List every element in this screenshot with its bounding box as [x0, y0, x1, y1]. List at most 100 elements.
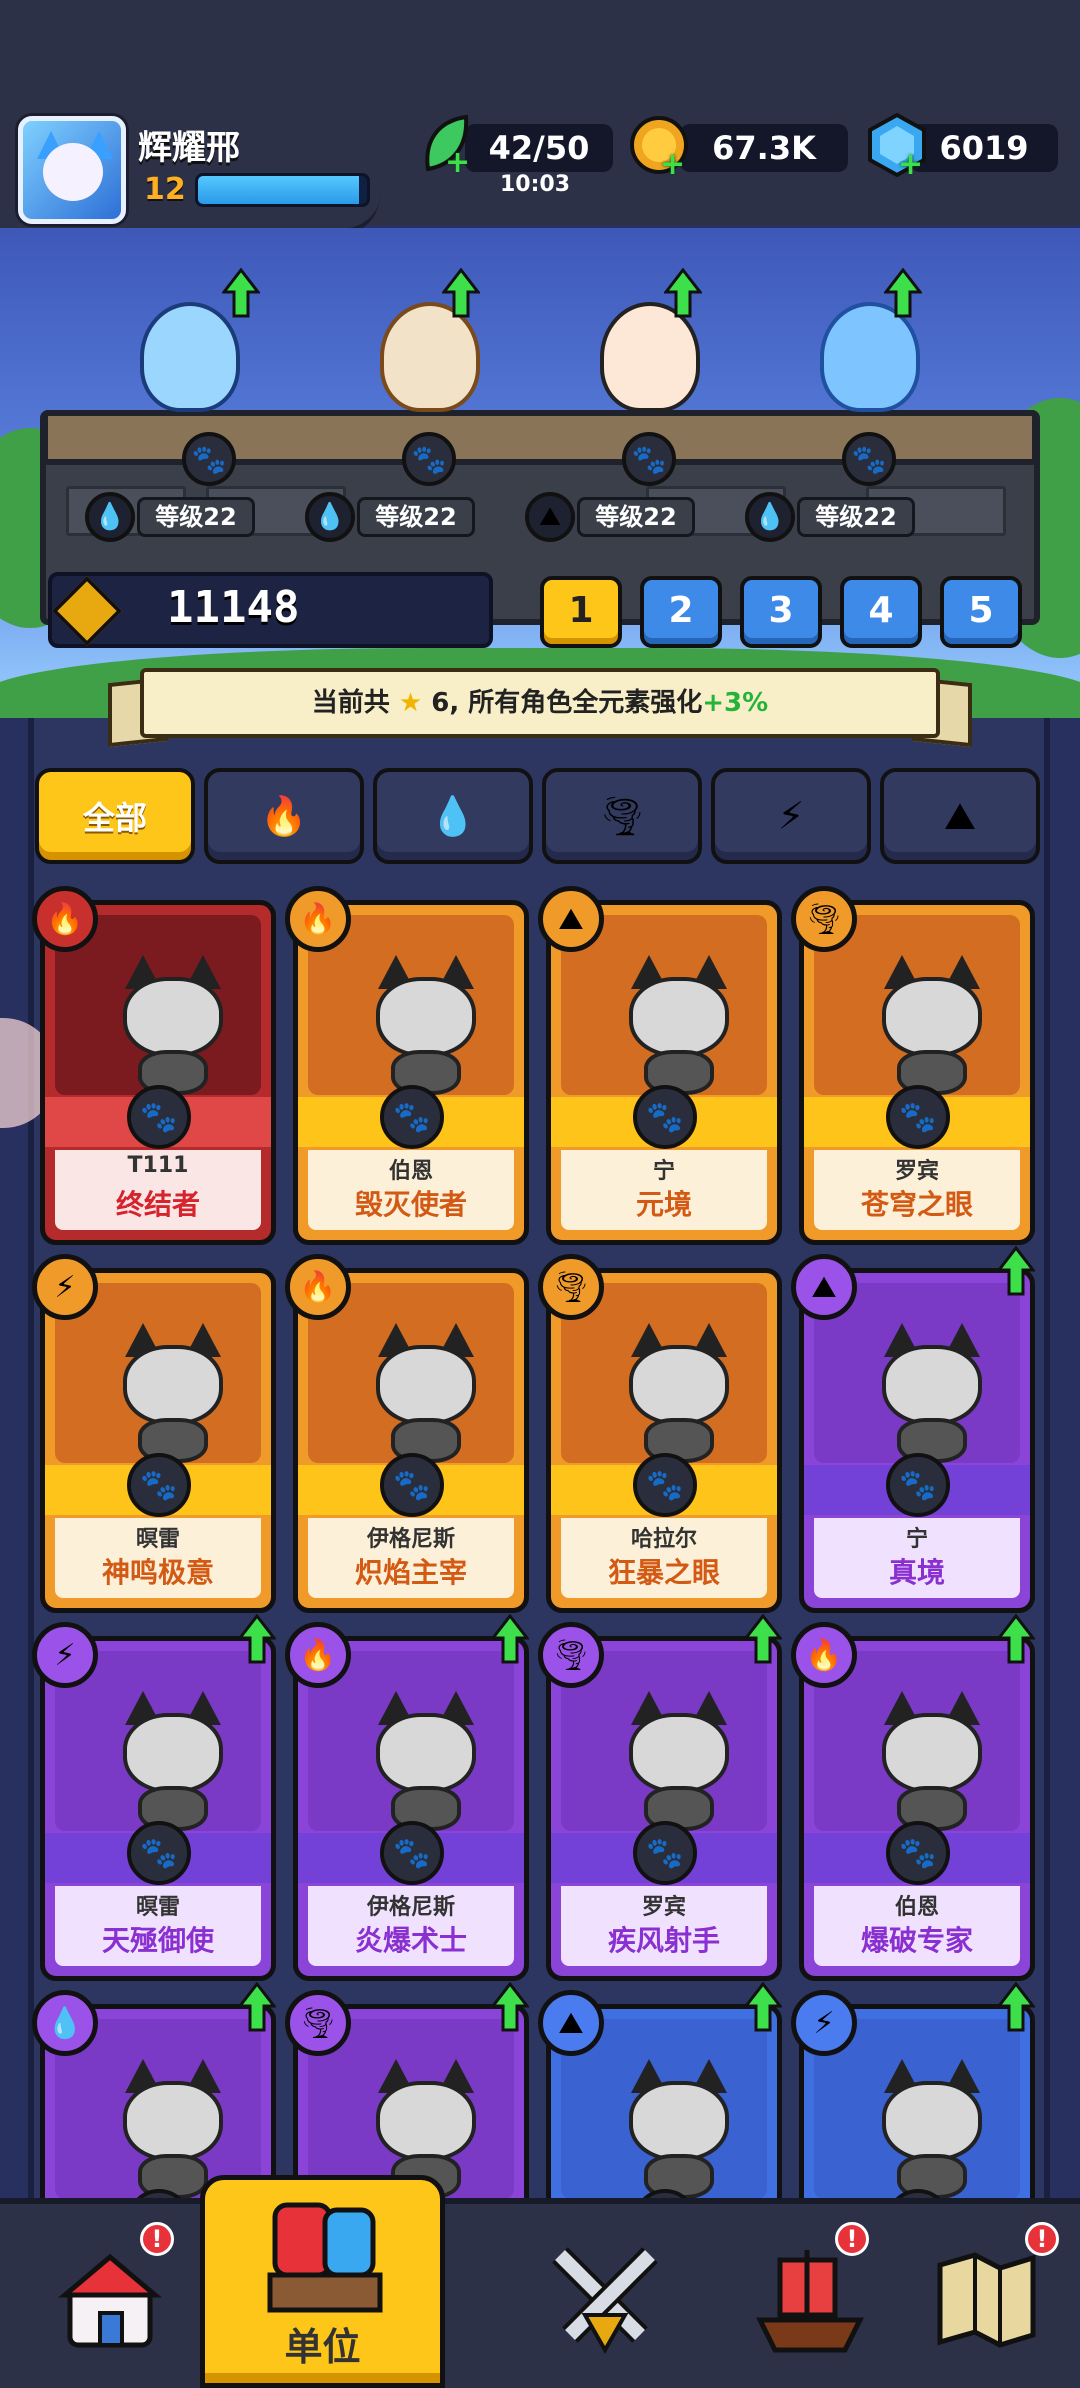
element-badge-icon: ⛰	[538, 886, 604, 952]
team-power-value: 11148	[167, 582, 300, 633]
upgrade-arrow-icon	[997, 1246, 1035, 1296]
cat-character	[366, 1691, 486, 1831]
player-avatar[interactable]	[18, 116, 126, 224]
element-badge-icon: ⛰	[791, 1254, 857, 1320]
element-badge-icon: ⚡	[32, 1254, 98, 1320]
unit-base-name: 哈拉尔	[630, 1527, 697, 1552]
unit-base-name: 宁	[652, 1159, 675, 1184]
paw-icon: 🐾	[886, 1821, 950, 1885]
nav-battle-button[interactable]	[535, 2230, 675, 2370]
cat-head	[882, 1713, 982, 1793]
team-slot-3[interactable]: 3	[740, 576, 822, 648]
unit-card[interactable]: 🐾 T111 终结者	[40, 900, 276, 1245]
unit-base-name: 暝雷	[135, 1527, 180, 1552]
team-power: 11148	[48, 572, 493, 648]
upgrade-arrow-icon	[744, 1982, 782, 2032]
cat-character	[113, 1691, 233, 1831]
element-badge-icon: 🌪	[538, 1622, 604, 1688]
cat-head	[123, 977, 223, 1057]
unit-card[interactable]: 🐾 罗宾 疾风射手	[546, 1636, 782, 1981]
banner-bonus: +3%	[702, 688, 769, 718]
cat-head	[123, 2081, 223, 2161]
unit-title: 毁灭使者	[354, 1188, 467, 1221]
unit-card[interactable]: 🐾 伯恩 毁灭使者	[293, 900, 529, 1245]
unit-card[interactable]: 🐾 暝雷 神鸣极意	[40, 1268, 276, 1613]
element-badge-icon: 🔥	[285, 886, 351, 952]
filter-tab-lightning-icon[interactable]: ⚡	[711, 768, 871, 864]
cat-head	[376, 977, 476, 1057]
gem-counter[interactable]: 6019	[910, 124, 1058, 172]
team-hero-4[interactable]	[795, 272, 945, 422]
team-slot-2[interactable]: 2	[640, 576, 722, 648]
element-badge-icon: 🔥	[285, 1622, 351, 1688]
paw-icon: 🐾	[380, 1453, 444, 1517]
coin-plus-icon[interactable]: +	[660, 150, 685, 180]
cat-character	[366, 955, 486, 1095]
nav-units-button[interactable]: 单位	[200, 2175, 445, 2388]
unit-base-name: T111	[127, 1153, 189, 1178]
hero-figure	[380, 302, 480, 412]
element-badge-icon: 💧	[32, 1990, 98, 2056]
team-slot-4[interactable]: 4	[840, 576, 922, 648]
unit-card[interactable]: 🐾 暝雷 天殛御使	[40, 1636, 276, 1981]
unit-base-name: 伊格尼斯	[366, 1895, 455, 1920]
cat-character	[619, 1691, 739, 1831]
filter-tab-fire-icon[interactable]: 🔥	[204, 768, 364, 864]
unit-card[interactable]: 🐾 罗宾苍穹之眼	[799, 900, 1035, 1245]
water-element-icon: 💧	[305, 492, 355, 542]
filter-tab-water-icon[interactable]: 💧	[373, 768, 533, 864]
element-badge-icon: 🌪	[791, 886, 857, 952]
stamina-plus-icon[interactable]: +	[445, 148, 470, 178]
unit-card[interactable]: 🐾 伯恩 爆破专家	[799, 1636, 1035, 1981]
gem-plus-icon[interactable]: +	[898, 150, 923, 180]
unit-title: 终结者	[115, 1188, 200, 1221]
upgrade-arrow-icon	[238, 1982, 276, 2032]
hero-figure	[140, 302, 240, 412]
element-badge-icon: 🔥	[791, 1622, 857, 1688]
team-slot-5[interactable]: 5	[940, 576, 1022, 648]
unit-base-name: 罗宾	[894, 1159, 939, 1184]
unit-card[interactable]: 🐾 伊格尼斯 炎爆术士	[293, 1636, 529, 1981]
unit-card[interactable]: 🐾 伊格尼斯 炽焰主宰	[293, 1268, 529, 1613]
paw-icon: 🐾	[127, 1085, 191, 1149]
paw-icon: 🐾	[622, 432, 676, 486]
cat-head	[123, 1345, 223, 1425]
unit-title: 苍穹之眼	[860, 1188, 973, 1221]
cat-character	[872, 955, 992, 1095]
team-level-badge-3: ⛰ 等级22	[525, 492, 725, 542]
cat-head	[376, 2081, 476, 2161]
team-level-badge-1: 💧 等级22	[85, 492, 285, 542]
cat-head	[882, 977, 982, 1057]
team-hero-2[interactable]	[355, 272, 505, 422]
element-badge-icon: 🔥	[32, 886, 98, 952]
stamina-counter[interactable]: 42/50	[465, 124, 613, 172]
cat-head	[629, 2081, 729, 2161]
cat-head	[629, 977, 729, 1057]
coin-counter[interactable]: 67.3K	[680, 124, 848, 172]
star-bonus-banner: 当前共 ★ 6, 所有角色全元素强化+3%	[140, 668, 940, 738]
xp-bar-fill	[198, 176, 359, 204]
filter-tab-earth-icon[interactable]: ⛰	[880, 768, 1040, 864]
cat-head	[376, 1345, 476, 1425]
paw-icon: 🐾	[380, 1085, 444, 1149]
paw-icon: 🐾	[842, 432, 896, 486]
unit-card[interactable]: 🐾 宁元境	[546, 900, 782, 1245]
team-hero-3[interactable]	[575, 272, 725, 422]
unit-title: 真境	[888, 1556, 945, 1589]
unit-title: 天殛御使	[101, 1924, 214, 1957]
pirate-ship-icon	[755, 2250, 865, 2353]
paw-icon: 🐾	[886, 1085, 950, 1149]
filter-tab-all[interactable]: 全部	[35, 768, 195, 864]
upgrade-arrow-icon	[997, 1982, 1035, 2032]
cat-head	[882, 2081, 982, 2161]
filter-tab-wind-icon[interactable]: 🌪	[542, 768, 702, 864]
element-badge-icon: ⚡	[32, 1622, 98, 1688]
units-cats-icon	[267, 2202, 383, 2313]
unit-card[interactable]: 🐾 宁真境	[799, 1268, 1035, 1613]
team-slot-1[interactable]: 1	[540, 576, 622, 648]
unit-base-name: 伯恩	[894, 1895, 939, 1920]
cat-head	[123, 1713, 223, 1793]
element-badge-icon: ⚡	[791, 1990, 857, 2056]
notification-badge: !	[140, 2222, 174, 2256]
unit-card[interactable]: 🐾 哈拉尔 狂暴之眼	[546, 1268, 782, 1613]
